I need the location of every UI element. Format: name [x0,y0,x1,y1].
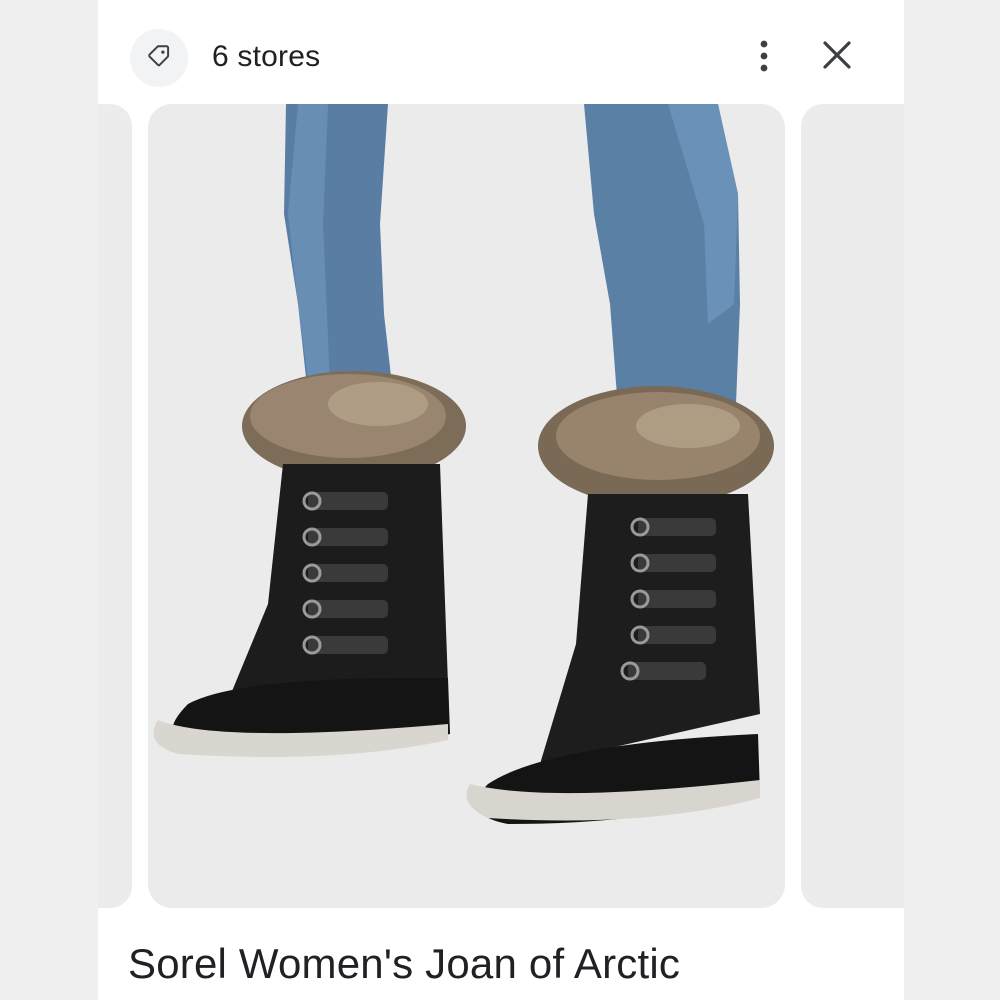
close-icon [822,40,852,75]
product-title[interactable]: Sorel Women's Joan of Arctic [128,940,888,988]
close-button[interactable] [816,36,858,78]
left-backdrop [0,0,98,1000]
right-backdrop [904,0,1000,1000]
previous-image-card[interactable] [98,104,132,908]
shopping-sheet: 6 stores Sorel Women's Joan of Arctic [98,0,904,1000]
tag-icon [146,43,172,74]
more-vert-icon [759,39,769,78]
tag-button[interactable] [130,29,188,87]
more-options-button[interactable] [746,36,782,80]
product-image [148,104,785,908]
sheet-header: 6 stores [98,0,904,104]
product-image-card[interactable] [148,104,785,908]
next-image-card[interactable] [801,104,904,908]
stores-count-label[interactable]: 6 stores [212,40,320,74]
